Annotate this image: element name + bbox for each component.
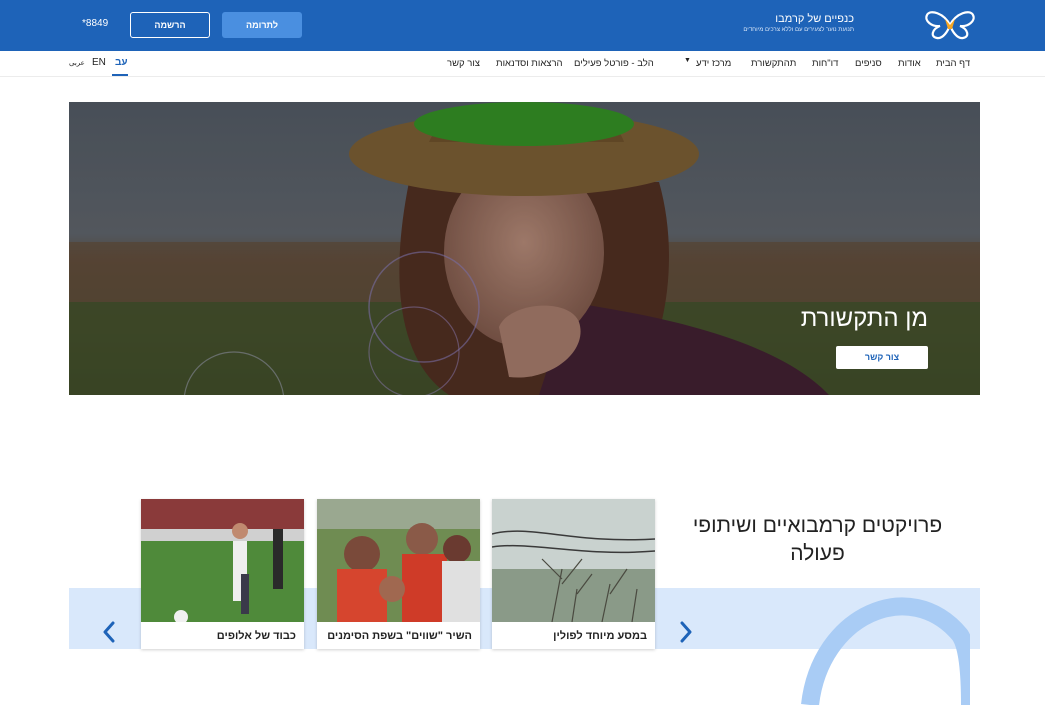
project-card-image (492, 499, 655, 622)
nav-item-media[interactable]: תהתקשורת (751, 58, 796, 69)
main-nav: דף הבית אודות סניפים דו"חות תהתקשורת מרכ… (0, 51, 1045, 77)
lang-english[interactable]: EN (92, 57, 106, 68)
project-card[interactable]: השיר "שווים" בשפת הסימנים (317, 499, 480, 649)
register-button[interactable]: הרשמה (130, 12, 210, 38)
project-card-title: השיר "שווים" בשפת הסימנים (327, 630, 472, 642)
logo-subtitle: תנועת נוער לצעירים עם וללא צרכים מיוחדים (743, 27, 854, 33)
phone-number[interactable]: *8849 (82, 18, 108, 29)
project-card-image (317, 499, 480, 622)
active-lang-indicator (112, 74, 128, 76)
logo-title: כנפיים של קרמבו (775, 13, 854, 25)
decorative-arc (801, 597, 970, 705)
top-header-bar: כנפיים של קרמבו תנועת נוער לצעירים עם ול… (0, 0, 1045, 51)
nav-item-knowledge-center[interactable]: מרכז ידע (696, 58, 731, 69)
project-card-image (141, 499, 304, 622)
project-card[interactable]: כבוד של אלופים (141, 499, 304, 649)
site-logo[interactable]: כנפיים של קרמבו תנועת נוער לצעירים עם ול… (743, 10, 976, 40)
lang-arabic[interactable]: عربى (69, 59, 85, 67)
nav-item-activists-portal[interactable]: הלב - פורטל פעילים (574, 58, 654, 69)
project-card-title: כבוד של אלופים (216, 630, 296, 642)
lang-hebrew[interactable]: עב (115, 57, 128, 68)
nav-item-reports[interactable]: דו"חות (812, 58, 838, 69)
project-card-title: במסע מיוחד לפולין (553, 630, 647, 642)
projects-section-title: פרויקטים קרמבואיים ושיתופי פעולה (692, 514, 943, 565)
butterfly-logo-icon (925, 11, 975, 40)
chevron-right-icon[interactable] (677, 620, 695, 644)
nav-item-lectures[interactable]: הרצאות וסדנאות (496, 58, 563, 69)
hero-banner: מן התקשורת צור קשר (69, 102, 980, 395)
chevron-left-icon[interactable] (100, 620, 118, 644)
nav-item-about[interactable]: אודות (898, 58, 921, 69)
hero-contact-button[interactable]: צור קשר (836, 346, 928, 369)
nav-item-contact[interactable]: צור קשר (447, 58, 480, 69)
caret-down-icon[interactable]: ▼ (684, 57, 691, 64)
project-card[interactable]: במסע מיוחד לפולין (492, 499, 655, 649)
donate-button[interactable]: לתרומה (222, 12, 302, 38)
nav-item-home[interactable]: דף הבית (936, 58, 970, 69)
hero-title: מן התקשורת (800, 305, 928, 332)
nav-item-branches[interactable]: סניפים (855, 58, 882, 69)
